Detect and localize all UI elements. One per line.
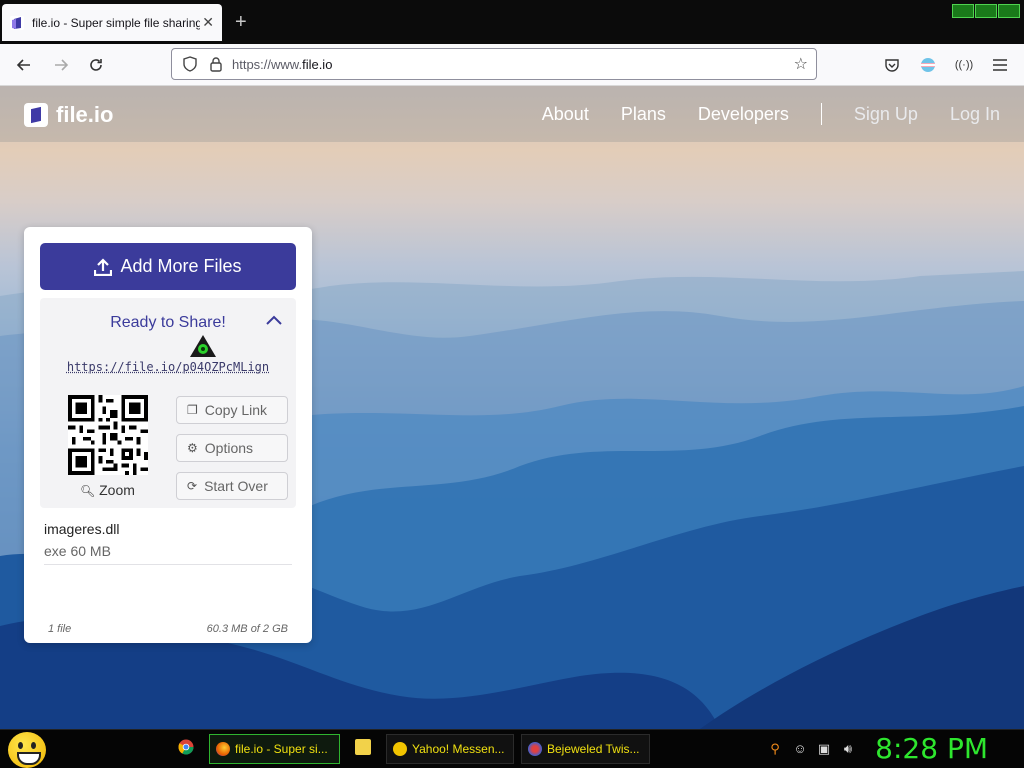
forward-arrow-icon[interactable]: [48, 52, 74, 78]
log-in-link[interactable]: Log In: [950, 104, 1000, 125]
upload-card: Add More Files Ready to Share! https://f…: [24, 227, 312, 643]
messenger-tray-icon[interactable]: ☺: [792, 741, 808, 757]
bejeweled-icon: [528, 742, 542, 756]
share-panel: Ready to Share! https://file.io/p04OZPcM…: [40, 298, 296, 508]
zoom-label: Zoom: [99, 482, 135, 498]
address-bar[interactable]: https://www.file.io ☆: [171, 48, 817, 80]
account-avatar-icon[interactable]: [917, 54, 939, 76]
fileio-favicon-icon: [10, 15, 24, 30]
logo-text: file.io: [56, 102, 114, 127]
copy-link-button[interactable]: ❐ Copy Link: [176, 396, 288, 424]
network-tray-icon[interactable]: ▣: [816, 741, 832, 757]
file-list-item: imageres.dll exe 60 MB: [44, 521, 292, 565]
reload-icon[interactable]: [83, 52, 109, 78]
lock-icon[interactable]: [206, 56, 226, 72]
file-name: imageres.dll: [44, 521, 120, 537]
start-over-button[interactable]: ⟳ Start Over: [176, 472, 288, 500]
browser-tab-strip: file.io - Super simple file sharing ✕ +: [0, 0, 1024, 44]
bookmark-star-icon[interactable]: ☆: [794, 54, 808, 74]
page-content: file.io About Plans Developers Sign Up L…: [0, 86, 1024, 729]
close-tab-icon[interactable]: ✕: [202, 14, 214, 31]
taskbar-clock[interactable]: 8:28 PM: [875, 732, 988, 765]
collapse-chevron-icon[interactable]: [266, 312, 282, 330]
close-window-button[interactable]: [998, 4, 1020, 18]
file-count: 1 file: [48, 623, 72, 635]
upload-icon: [94, 257, 113, 276]
qr-code-image[interactable]: [68, 395, 148, 475]
options-label: Options: [204, 440, 254, 456]
hamburger-menu-icon[interactable]: [989, 54, 1011, 76]
new-tab-button[interactable]: +: [235, 10, 247, 34]
taskbar-item-yahoo-messenger[interactable]: Yahoo! Messen...: [386, 734, 514, 764]
folder-icon[interactable]: [355, 739, 371, 755]
pocket-icon[interactable]: [881, 54, 903, 76]
shield-icon[interactable]: [180, 56, 200, 72]
window-controls: [951, 4, 1020, 18]
taskbar-item-firefox[interactable]: file.io - Super si...: [209, 734, 340, 764]
nav-plans-link[interactable]: Plans: [621, 104, 666, 125]
options-button[interactable]: ⚙ Options: [176, 434, 288, 462]
site-header: file.io About Plans Developers Sign Up L…: [0, 86, 1024, 142]
search-tray-icon[interactable]: ⚲: [767, 741, 783, 757]
start-over-label: Start Over: [204, 478, 268, 494]
cursor-overlay-icon: [190, 335, 216, 357]
taskbar-item-label: Yahoo! Messen...: [412, 742, 505, 756]
extension-icon[interactable]: ((·)): [953, 54, 975, 76]
browser-tab[interactable]: file.io - Super simple file sharing ✕: [2, 4, 222, 41]
nav-about-link[interactable]: About: [542, 104, 589, 125]
tab-title: file.io - Super simple file sharing: [32, 15, 201, 30]
taskbar-item-bejeweled[interactable]: Bejeweled Twis...: [521, 734, 650, 764]
storage-usage: 60.3 MB of 2 GB: [206, 623, 288, 635]
file-meta: exe 60 MB: [44, 543, 111, 559]
browser-toolbar: https://www.file.io ☆ ((·)): [0, 44, 1024, 86]
taskbar: file.io - Super si... Yahoo! Messen... B…: [0, 729, 1024, 768]
site-nav: About Plans Developers Sign Up Log In: [510, 103, 1000, 125]
fileio-logo-icon: [24, 103, 48, 127]
nav-developers-link[interactable]: Developers: [698, 104, 789, 125]
copy-link-label: Copy Link: [204, 402, 268, 418]
share-link[interactable]: https://file.io/p04OZPcMLign: [40, 360, 296, 374]
yahoo-smiley-icon: [393, 742, 407, 756]
add-more-files-label: Add More Files: [120, 256, 242, 276]
maximize-button[interactable]: [975, 4, 997, 18]
sign-up-link[interactable]: Sign Up: [854, 104, 918, 125]
chrome-icon[interactable]: [178, 739, 194, 755]
start-button-smiley-icon[interactable]: [8, 732, 46, 768]
volume-tray-icon[interactable]: 🔊︎: [840, 741, 856, 757]
magnifier-icon: 🔍︎: [80, 484, 96, 498]
fileio-logo[interactable]: file.io: [24, 102, 113, 128]
refresh-icon: ⟳: [187, 479, 198, 493]
copy-icon: ❐: [187, 403, 198, 417]
nav-divider: [820, 103, 822, 125]
gear-icon: ⚙: [187, 441, 198, 455]
back-arrow-icon[interactable]: [11, 52, 37, 78]
zoom-qr-button[interactable]: 🔍︎ Zoom: [80, 482, 135, 498]
minimize-button[interactable]: [952, 4, 974, 18]
firefox-icon: [216, 742, 230, 756]
taskbar-item-label: file.io - Super si...: [235, 742, 328, 756]
add-more-files-button[interactable]: Add More Files: [40, 243, 296, 290]
taskbar-item-label: Bejeweled Twis...: [547, 742, 640, 756]
ready-to-share-label: Ready to Share!: [110, 314, 226, 331]
url-text: https://www.file.io: [232, 56, 333, 72]
